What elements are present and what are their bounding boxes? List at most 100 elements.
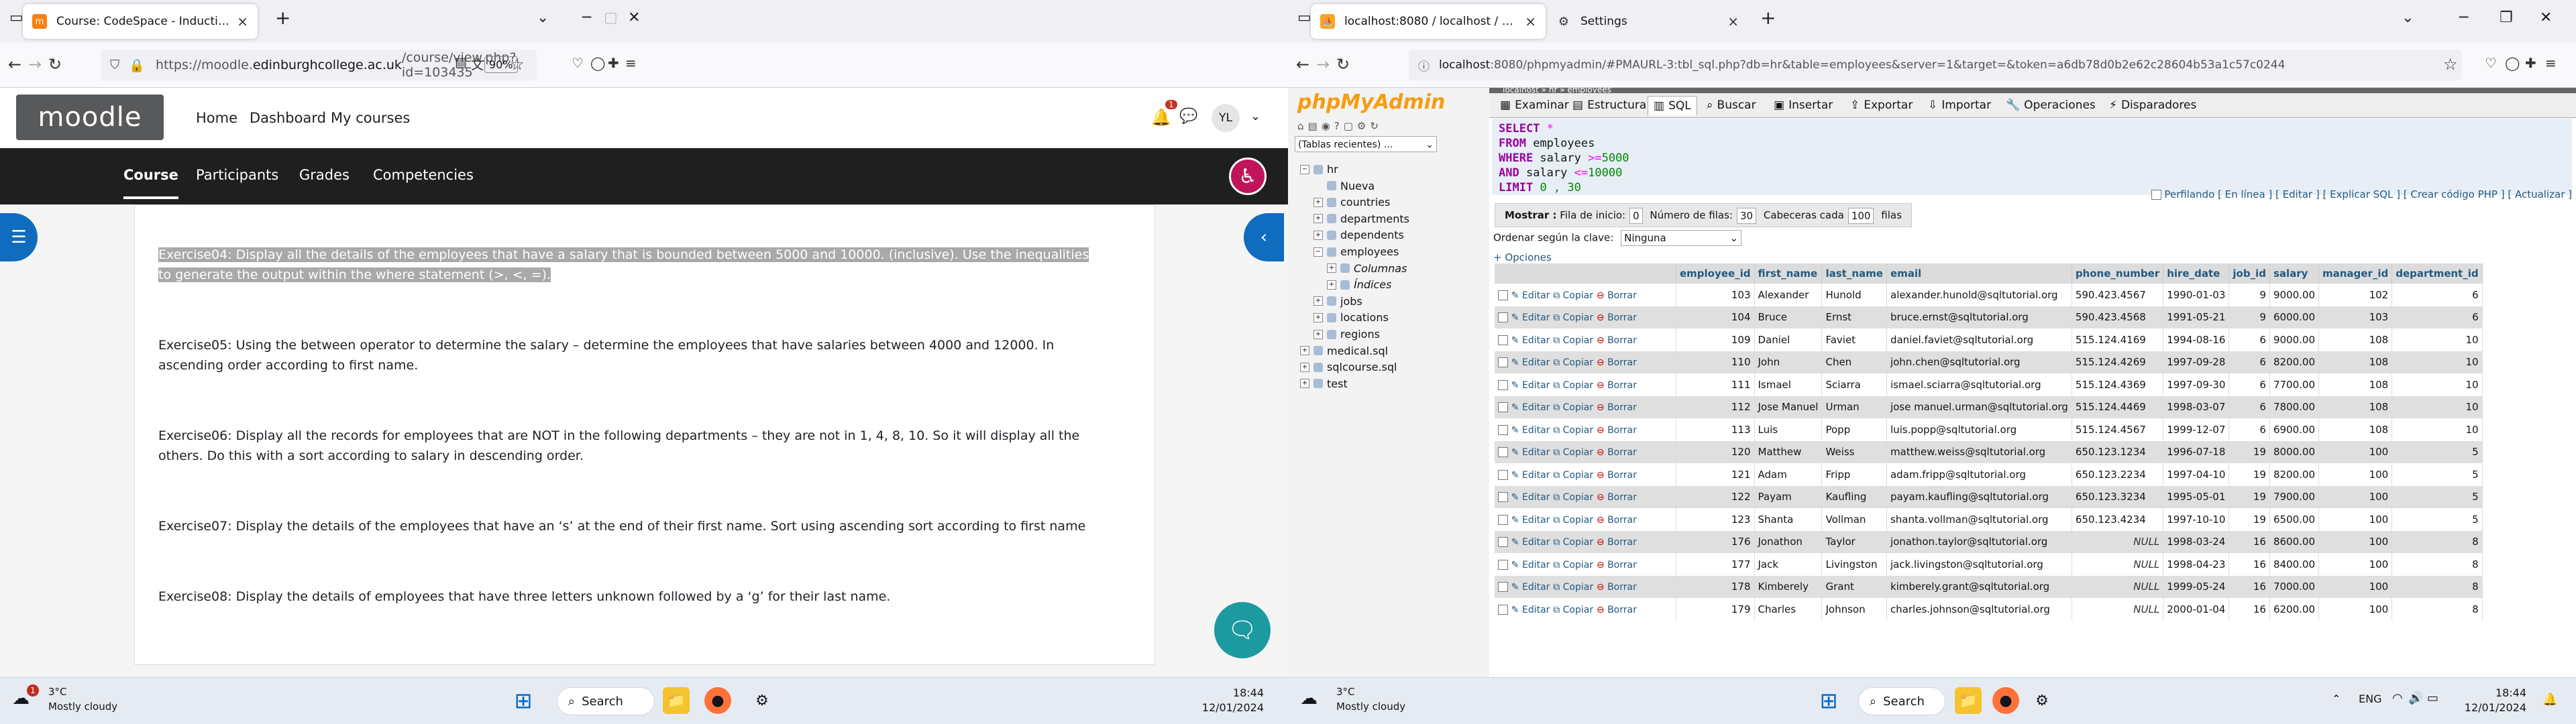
delete-link[interactable]: ⊖ Borrar [1597, 515, 1637, 526]
tree-item[interactable]: + sqlcourse.sql [1300, 361, 1397, 373]
row-checkbox[interactable] [1498, 335, 1508, 345]
row-checkbox[interactable] [1498, 379, 1508, 390]
tab-disparadores[interactable]: ⚡ Disparadores [2104, 96, 2202, 115]
edit-link[interactable]: ✎ Editar [1511, 425, 1550, 436]
weather-icon[interactable]: ☁ [1300, 688, 1318, 709]
expand-icon[interactable]: + [1313, 197, 1323, 207]
tab-insertar[interactable]: ▣ Insertar [1768, 96, 1838, 115]
file-explorer-icon[interactable]: 📁 [663, 687, 690, 714]
copy-link[interactable]: ⧉ Copiar [1553, 335, 1593, 346]
delete-link[interactable]: ⊖ Borrar [1597, 357, 1637, 368]
row-checkbox[interactable] [1498, 559, 1508, 570]
new-tab-icon[interactable]: + [275, 7, 290, 29]
collapse-icon[interactable]: − [1300, 164, 1309, 174]
list-all-tabs-icon[interactable]: ⌄ [2402, 9, 2414, 26]
volume-icon[interactable]: 🔊 [2408, 691, 2423, 705]
expand-icon[interactable]: + [1327, 263, 1336, 274]
copy-link[interactable]: ⧉ Copiar [1553, 605, 1593, 615]
copy-link[interactable]: ⧉ Copiar [1553, 425, 1593, 436]
row-checkbox[interactable] [1498, 469, 1508, 480]
bookmark-star-icon[interactable]: ☆ [510, 55, 525, 74]
close-tab-icon[interactable]: × [1525, 13, 1536, 29]
minimize-icon[interactable]: ─ [582, 9, 591, 26]
reload-icon[interactable]: ↻ [1336, 55, 1350, 74]
tree-item[interactable]: − hr [1300, 163, 1338, 176]
pocket-icon[interactable]: ♡ [572, 55, 584, 71]
tab-sql[interactable]: ▥ SQL [1648, 96, 1697, 115]
copy-link[interactable]: ⧉ Copiar [1553, 447, 1593, 458]
row-checkbox[interactable] [1498, 604, 1508, 615]
edit-link[interactable]: ✎ Editar [1511, 335, 1550, 346]
nav-my-courses[interactable]: My courses [331, 110, 410, 126]
expand-icon[interactable]: + [1313, 230, 1323, 240]
headers-every-input[interactable]: 100 [1847, 207, 1874, 224]
delete-link[interactable]: ⊖ Borrar [1597, 470, 1637, 481]
tree-item[interactable]: + regions [1313, 328, 1380, 341]
expand-icon[interactable]: + [1313, 329, 1323, 339]
taskbar-search[interactable]: ⌕ Search [1858, 687, 1945, 715]
row-checkbox[interactable] [1498, 357, 1508, 368]
close-tab-icon[interactable]: × [1727, 13, 1739, 29]
firefox-icon[interactable]: ● [704, 687, 731, 714]
tab-list-icon[interactable]: ▭ [1297, 9, 1311, 26]
delete-link[interactable]: ⊖ Borrar [1597, 335, 1637, 346]
expand-icon[interactable]: + [1313, 312, 1323, 322]
tab-buscar[interactable]: ⌕ Buscar [1701, 96, 1762, 115]
expand-icon[interactable]: + [1327, 280, 1336, 290]
pma-quick-icons[interactable]: ⌂▤◉?▢⚙↻ [1297, 120, 1383, 132]
expand-icon[interactable]: + [1300, 346, 1309, 356]
delete-link[interactable]: ⊖ Borrar [1597, 380, 1637, 391]
edit-link[interactable]: ✎ Editar [1511, 470, 1550, 481]
copy-link[interactable]: ⧉ Copiar [1553, 290, 1593, 301]
app-icon[interactable]: ⚙ [749, 687, 775, 714]
edit-link[interactable]: ✎ Editar [1511, 560, 1550, 570]
copy-link[interactable]: ⧉ Copiar [1553, 492, 1593, 503]
copy-link[interactable]: ⧉ Copiar [1553, 380, 1593, 391]
tree-item[interactable]: − employees [1313, 245, 1399, 258]
menu-icon[interactable]: ≡ [625, 55, 637, 71]
account-icon[interactable]: ◯ [590, 55, 605, 71]
tab-grades[interactable]: Grades [299, 167, 350, 183]
row-checkbox[interactable] [1498, 290, 1508, 300]
messages-icon[interactable]: 💬 [1179, 108, 1197, 125]
delete-link[interactable]: ⊖ Borrar [1597, 425, 1637, 436]
moodle-logo[interactable]: moodle [16, 95, 164, 140]
tree-item[interactable]: + locations [1313, 311, 1389, 324]
tab-moodle-course[interactable]: m Course: CodeSpace - Induction × [23, 4, 258, 39]
copy-link[interactable]: ⧉ Copiar [1553, 470, 1593, 481]
edit-link[interactable]: ✎ Editar [1511, 402, 1550, 413]
edit-link[interactable]: ✎ Editar [1511, 582, 1550, 593]
clock[interactable]: 18:44 12/01/2024 [1181, 686, 1264, 715]
user-menu-chevron-down-icon[interactable]: ⌄ [1250, 109, 1260, 123]
list-all-tabs-icon[interactable]: ⌄ [537, 9, 549, 26]
nav-home[interactable]: Home [196, 110, 237, 126]
copy-link[interactable]: ⧉ Copiar [1553, 515, 1593, 526]
delete-link[interactable]: ⊖ Borrar [1597, 582, 1637, 593]
edit-link[interactable]: ✎ Editar [1511, 380, 1550, 391]
weather-widget[interactable]: 3°C Mostly cloudy [48, 684, 117, 714]
menu-icon[interactable]: ≡ [2545, 55, 2557, 71]
edit-link[interactable]: ✎ Editar [1511, 492, 1550, 503]
column-header[interactable]: salary [2269, 263, 2319, 284]
language-indicator[interactable]: ENG [2359, 692, 2381, 705]
query-links[interactable]: Perfilando [ En línea ] [ Editar ] [ Exp… [2151, 188, 2572, 200]
copy-link[interactable]: ⧉ Copiar [1553, 312, 1593, 323]
expand-icon[interactable]: + [1300, 362, 1309, 372]
expand-icon[interactable]: + [1313, 296, 1323, 306]
column-header[interactable]: manager_id [2318, 263, 2393, 284]
maximize-icon[interactable]: ▢ [604, 9, 618, 26]
column-header[interactable]: phone_number [2072, 263, 2164, 284]
row-checkbox[interactable] [1498, 424, 1508, 435]
reader-view-icon[interactable]: ▤ [455, 55, 467, 70]
tab-examinar[interactable]: ▦ Examinar [1495, 96, 1574, 115]
column-header[interactable]: first_name [1754, 263, 1823, 284]
tab-phpmyadmin[interactable]: ⛵ localhost:8080 / localhost / hr / × [1311, 4, 1546, 39]
column-header[interactable]: last_name [1821, 263, 1887, 284]
tab-importar[interactable]: ⇩ Importar [1923, 96, 1996, 115]
tree-item[interactable]: + jobs [1313, 295, 1362, 308]
rows-input[interactable]: 30 [1736, 207, 1757, 224]
row-checkbox[interactable] [1498, 402, 1508, 413]
windows-start-icon[interactable]: ⊞ [510, 687, 537, 714]
avatar[interactable]: YL [1212, 104, 1240, 132]
row-checkbox[interactable] [1498, 447, 1508, 458]
